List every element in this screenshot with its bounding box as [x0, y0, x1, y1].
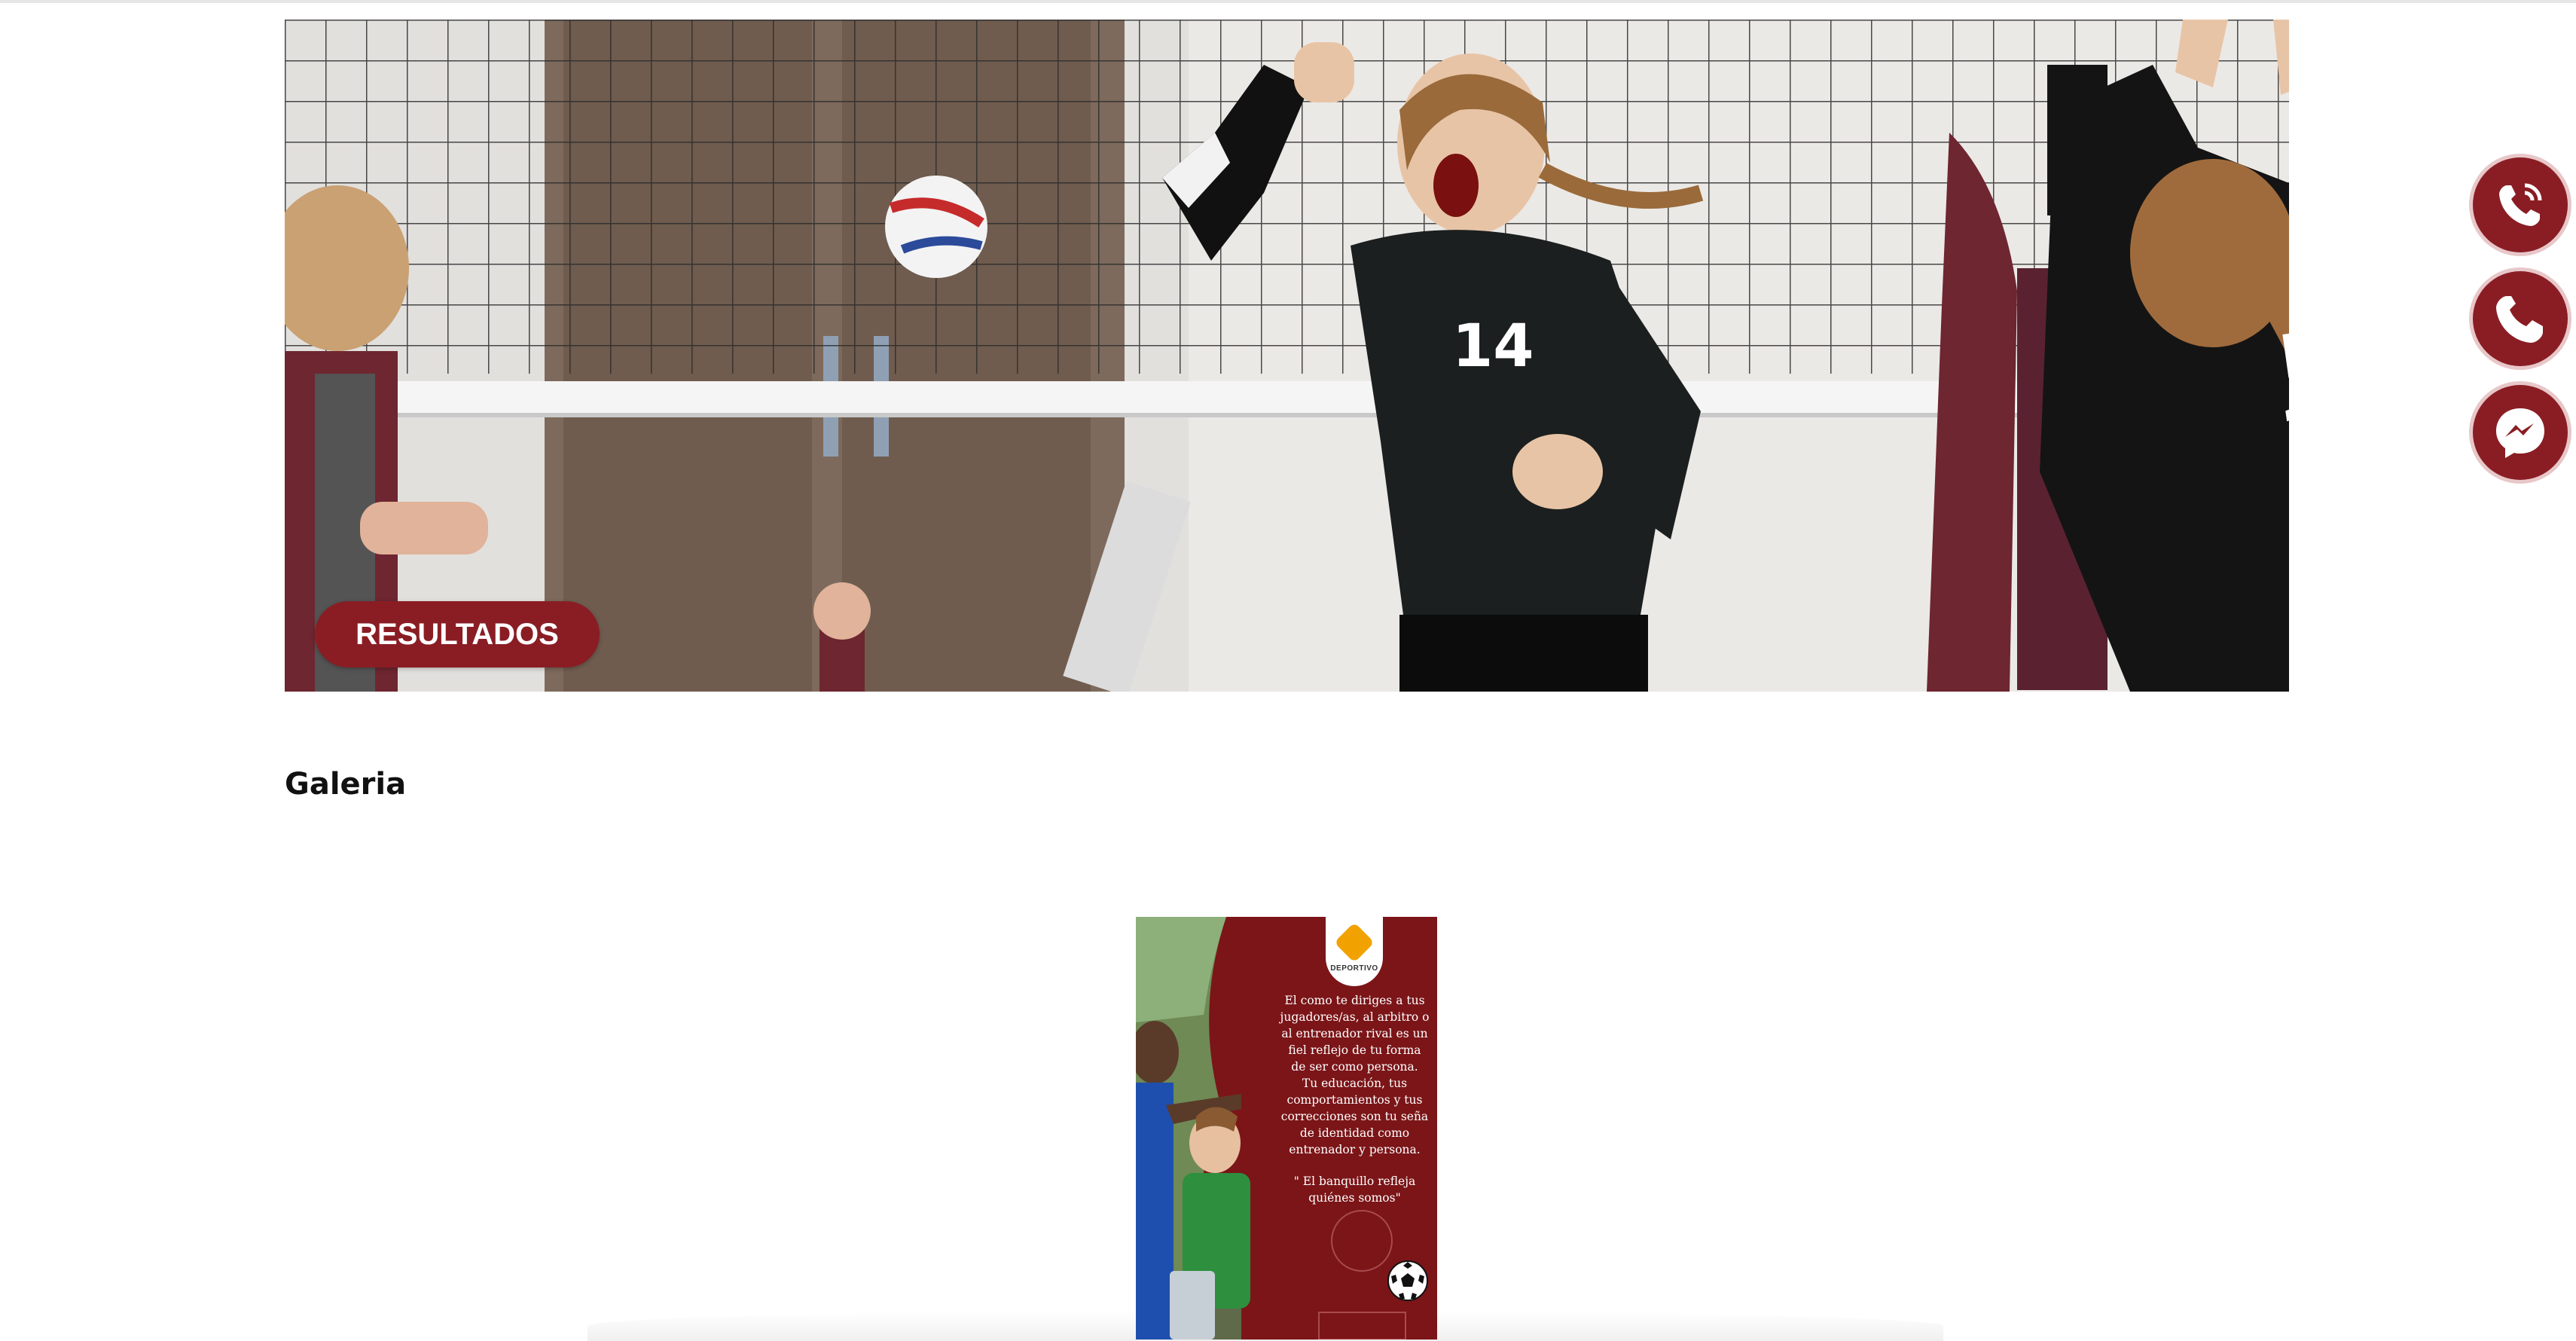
messenger-button[interactable]: [2473, 385, 2568, 480]
gallery-card-quote: " El banquillo refleja quiénes somos": [1293, 1175, 1416, 1205]
phone-button[interactable]: [2473, 271, 2568, 366]
club-emblem-icon: [1334, 921, 1375, 963]
phone-icon: [2496, 296, 2543, 343]
phone-call-icon: [2499, 183, 2542, 226]
top-divider: [0, 0, 2576, 3]
club-logo: DEPORTIVO: [1326, 917, 1383, 986]
hero-image: 14 17 MV: [285, 20, 2289, 692]
hero-banner: 14 17 MV RESULTADOS: [285, 20, 2289, 692]
club-logo-text: DEPORTIVO: [1330, 964, 1378, 973]
resultados-button[interactable]: RESULTADOS: [315, 601, 600, 667]
messenger-icon: [2496, 408, 2544, 458]
soccer-ball-icon: [1387, 1260, 1428, 1301]
call-button[interactable]: [2473, 157, 2568, 252]
jersey-number-14: 14: [1452, 313, 1534, 380]
gallery-title: Galeria: [285, 767, 407, 802]
gallery-card-text: El como te diriges a tus jugadores/as, a…: [1280, 994, 1430, 1156]
gallery-item[interactable]: DEPORTIVO El como te diriges a tus jugad…: [1136, 917, 1437, 1339]
